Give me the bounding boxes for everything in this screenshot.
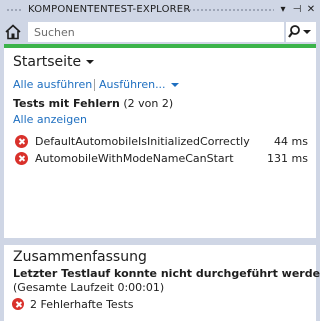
title-grip-left (6, 8, 22, 12)
search-icon (288, 25, 311, 38)
close-icon[interactable]: ✕ (304, 3, 318, 17)
page-title: Startseite (13, 54, 82, 70)
failed-tests-group-header[interactable]: Tests mit Fehlern (2 von 2) (13, 97, 173, 110)
search-button[interactable] (286, 22, 316, 42)
summary-panel: Zusammenfassung Letzter Testlauf konnte … (4, 245, 320, 321)
summary-runtime: (Gesamte Laufzeit 0:00:01) (13, 281, 165, 294)
failed-tests-count: (2 von 2) (123, 97, 174, 110)
chevron-down-icon (170, 83, 179, 87)
failed-tests-group-title: Tests mit Fehlern (13, 97, 120, 110)
window-position-dropdown-icon[interactable]: ▾ (276, 3, 290, 17)
run-menu-link[interactable]: Ausführen... (99, 78, 179, 91)
test-duration: 44 ms (274, 135, 308, 148)
run-menu-label: Ausführen... (99, 78, 166, 91)
test-list-panel: Startseite Alle ausführen Ausführen... T… (4, 48, 316, 238)
home-button[interactable] (4, 23, 22, 41)
error-icon (12, 298, 24, 310)
test-name: AutomobileWithModeNameCanStart (35, 152, 234, 165)
failed-tests-summary[interactable]: 2 Fehlerhafte Tests (4, 298, 316, 314)
title-grip-right[interactable] (184, 8, 274, 12)
test-name: DefaultAutomobileIsInitializedCorrectly (35, 135, 250, 148)
error-icon (15, 135, 28, 148)
test-duration: 131 ms (267, 152, 308, 165)
link-separator (94, 79, 95, 91)
home-icon (5, 24, 21, 40)
window-title: KOMPONENTENTEST-EXPLORER (28, 4, 191, 15)
toolbar (0, 20, 320, 44)
error-icon (15, 152, 28, 165)
test-row[interactable]: DefaultAutomobileIsInitializedCorrectly … (4, 134, 316, 151)
summary-title: Zusammenfassung (13, 249, 147, 265)
panel-splitter[interactable] (4, 238, 316, 245)
summary-message: Letzter Testlauf konnte nicht durchgefüh… (13, 267, 320, 280)
page-title-dropdown[interactable]: Startseite (13, 54, 95, 70)
search-input[interactable] (28, 22, 284, 42)
show-all-link[interactable]: Alle anzeigen (13, 113, 87, 126)
test-row[interactable]: AutomobileWithModeNameCanStart 131 ms (4, 151, 316, 168)
run-all-link[interactable]: Alle ausführen (13, 78, 92, 91)
pin-icon[interactable]: ⊣ (290, 3, 304, 17)
failed-tests-summary-label: 2 Fehlerhafte Tests (30, 298, 134, 311)
tool-window-titlebar: KOMPONENTENTEST-EXPLORER ▾ ⊣ ✕ (0, 0, 320, 20)
chevron-down-icon (86, 60, 95, 64)
